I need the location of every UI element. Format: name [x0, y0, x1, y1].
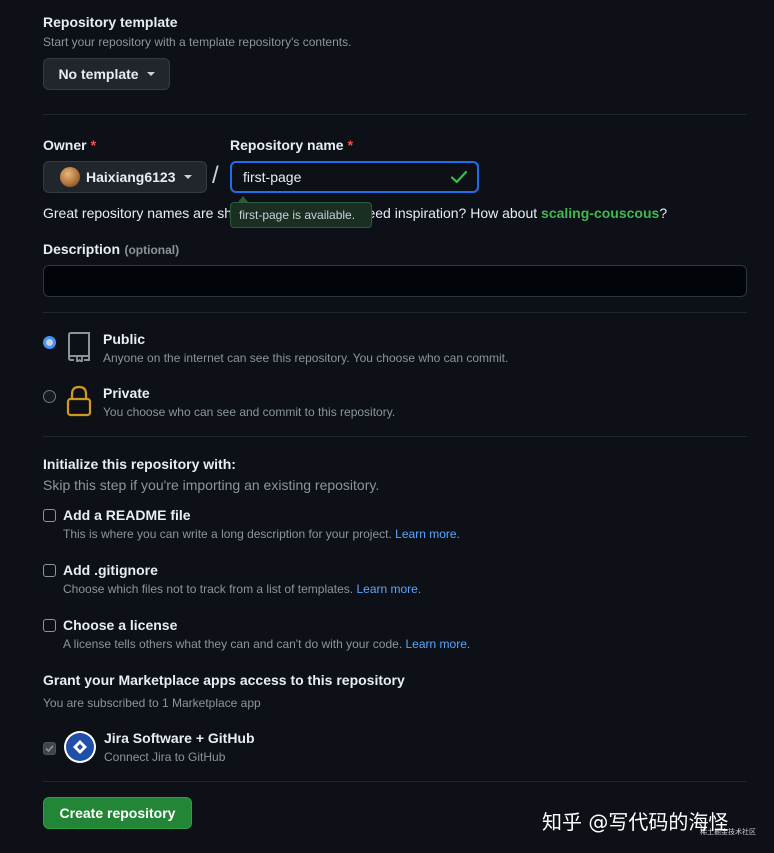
public-desc: Anyone on the internet can see this repo… [103, 351, 509, 365]
owner-label: Owner * [43, 137, 96, 153]
init-title: Initialize this repository with: [43, 456, 236, 472]
lock-icon [66, 385, 92, 417]
divider [43, 312, 747, 313]
watermark-small-text: 稀土掘金技术社区 [700, 828, 756, 836]
gitignore-desc-text: Choose which files not to track from a l… [63, 582, 354, 596]
chevron-down-icon [183, 175, 192, 179]
availability-tooltip: first-page is available. [230, 202, 372, 228]
license-title: Choose a license [63, 617, 178, 633]
divider [43, 781, 747, 782]
jira-app-desc: Connect Jira to GitHub [104, 750, 226, 764]
repo-name-field[interactable] [230, 161, 479, 193]
private-radio[interactable] [43, 390, 56, 403]
create-repository-button[interactable]: Create repository [43, 797, 192, 829]
repo-name-label: Repository name * [230, 137, 353, 153]
license-learn-more-link[interactable]: Learn more. [406, 637, 471, 651]
checkmark-icon [45, 745, 54, 753]
gitignore-checkbox[interactable] [43, 564, 56, 577]
repo-name-hint-end: ? [659, 205, 668, 221]
template-label: Repository template [43, 14, 178, 30]
template-dropdown-button[interactable]: No template [43, 58, 170, 90]
readme-title: Add a README file [63, 507, 191, 523]
required-mark: * [347, 137, 354, 153]
gitignore-learn-more-link[interactable]: Learn more. [356, 582, 421, 596]
public-title: Public [103, 331, 146, 347]
owner-dropdown-button[interactable]: Haixiang6123 [43, 161, 207, 193]
readme-desc: This is where you can write a long descr… [63, 527, 460, 541]
avatar [60, 167, 80, 187]
optional-tag: (optional) [124, 243, 180, 257]
suggestion-link[interactable]: scaling-couscous [541, 205, 659, 221]
repo-name-input[interactable] [232, 163, 442, 191]
gitignore-title: Add .gitignore [63, 562, 158, 578]
owner-name: Haixiang6123 [86, 169, 176, 185]
description-label: Description (optional) [43, 241, 179, 259]
marketplace-hint: You are subscribed to 1 Marketplace app [43, 696, 261, 710]
readme-learn-more-link[interactable]: Learn more. [395, 527, 460, 541]
jira-checkbox[interactable] [43, 742, 56, 755]
gitignore-desc: Choose which files not to track from a l… [63, 582, 421, 596]
private-desc: You choose who can see and commit to thi… [103, 405, 396, 419]
description-input[interactable] [43, 265, 747, 297]
public-radio[interactable] [43, 336, 56, 349]
owner-repo-separator: / [212, 162, 219, 189]
owner-label-text: Owner [43, 137, 87, 153]
required-mark: * [90, 137, 97, 153]
jira-app-icon [64, 731, 96, 763]
readme-desc-text: This is where you can write a long descr… [63, 527, 392, 541]
repo-name-label-text: Repository name [230, 137, 344, 153]
repo-icon [67, 332, 90, 362]
private-title: Private [103, 385, 150, 401]
readme-checkbox[interactable] [43, 509, 56, 522]
jira-logo-icon [73, 740, 87, 754]
jira-app-name: Jira Software + GitHub [104, 730, 255, 746]
divider [43, 114, 747, 115]
divider [43, 436, 747, 437]
template-button-label: No template [58, 66, 139, 82]
license-checkbox[interactable] [43, 619, 56, 632]
init-hint: Skip this step if you're importing an ex… [43, 477, 380, 493]
check-icon [451, 170, 467, 184]
license-desc: A license tells others what they can and… [63, 637, 470, 651]
template-hint: Start your repository with a template re… [43, 35, 352, 49]
chevron-down-icon [146, 72, 155, 76]
marketplace-title: Grant your Marketplace apps access to th… [43, 672, 405, 688]
description-label-text: Description [43, 241, 121, 257]
license-desc-text: A license tells others what they can and… [63, 637, 403, 651]
